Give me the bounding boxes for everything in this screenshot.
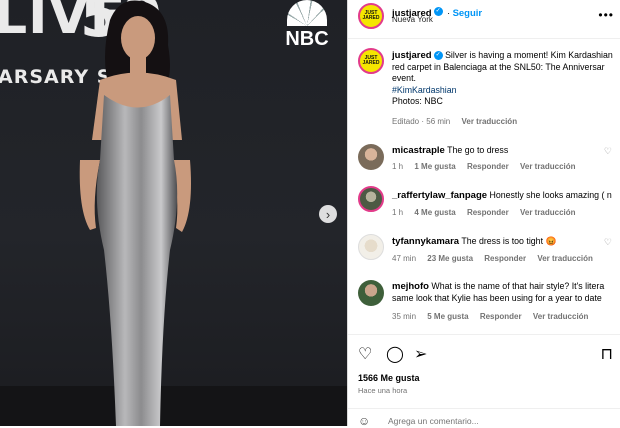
caption-photos: Photos: NBC: [392, 96, 443, 106]
caption-username[interactable]: justjared: [392, 50, 432, 61]
like-comment-heart-icon[interactable]: ♡: [604, 237, 612, 248]
post-side-panel: JUST JARED justjared ✓ · Seguir Nueva Yor…: [347, 0, 620, 428]
comment-username[interactable]: micastraple: [392, 145, 445, 156]
hashtag-link[interactable]: #KimKardashian: [392, 85, 620, 97]
post-actions: ♡ ◯ ➢ ⊓: [358, 344, 613, 364]
verified-icon: ✓: [433, 51, 443, 61]
comment-icon[interactable]: ◯: [386, 344, 404, 364]
comment-avatar[interactable]: [358, 280, 384, 306]
divider: [348, 334, 620, 335]
caption-avatar-text: JUST JARED: [362, 55, 380, 66]
comment: tyfannykamara The dress is too tight 😡: [392, 236, 620, 248]
comment-input[interactable]: [386, 415, 590, 427]
comment-meta: 1 h 4 Me gusta Responder Ver traducción: [392, 208, 585, 217]
verified-icon: ✓: [433, 7, 443, 17]
like-heart-icon[interactable]: ♡: [358, 344, 372, 364]
comment-text-line2: same look that Kylie has been using for …: [392, 292, 602, 303]
add-comment-bar: ☺: [348, 408, 620, 428]
reply-button[interactable]: Responder: [467, 162, 509, 171]
comment-meta: 35 min 5 Me gusta Responder Ver traducci…: [392, 312, 597, 321]
comment-likes[interactable]: 4 Me gusta: [414, 208, 455, 217]
more-icon[interactable]: •••: [598, 8, 614, 22]
location[interactable]: Nueva York: [392, 15, 433, 24]
caption-line1: Silver is having a moment! Kim Kardashia…: [445, 50, 613, 60]
chevron-right-icon: ›: [325, 206, 331, 222]
caption-avatar[interactable]: JUST JARED: [358, 48, 384, 74]
like-comment-heart-icon[interactable]: ♡: [604, 146, 612, 157]
avatar-text: JUST JARED: [362, 10, 380, 21]
comment: micastraple The go to dress: [392, 145, 620, 157]
comment-likes[interactable]: 23 Me gusta: [427, 254, 473, 263]
comment-text: Honestly she looks amazing ( n: [489, 190, 612, 200]
comment-username[interactable]: _raffertylaw_fanpage: [392, 190, 487, 201]
see-translation-button[interactable]: Ver traducción: [533, 312, 589, 321]
see-translation-button[interactable]: Ver traducción: [520, 208, 576, 217]
follow-button[interactable]: Seguir: [453, 8, 483, 19]
likes-count[interactable]: 1566 Me gusta: [358, 373, 420, 383]
comment-meta: 1 h 1 Me gusta Responder Ver traducción: [392, 162, 585, 171]
share-icon[interactable]: ➢: [414, 344, 427, 364]
reply-button[interactable]: Responder: [467, 208, 509, 217]
comment-username[interactable]: mejhofo: [392, 281, 429, 292]
see-translation-button[interactable]: Ver traducción: [520, 162, 576, 171]
caption-meta: Editado · 56 min Ver traducción: [392, 117, 526, 126]
reply-button[interactable]: Responder: [484, 254, 526, 263]
next-photo-button[interactable]: ›: [319, 205, 337, 223]
comment: _raffertylaw_fanpage Honestly she looks …: [392, 190, 620, 202]
caption-line3: event.: [392, 73, 416, 83]
post-caption: justjared ✓ Silver is having a moment! Ki…: [392, 50, 620, 108]
see-translation-button[interactable]: Ver traducción: [462, 117, 518, 126]
comment-time: 47 min: [392, 254, 417, 263]
comment-username[interactable]: tyfannykamara: [392, 236, 459, 247]
post-header: JUST JARED justjared ✓ · Seguir Nueva Yor…: [348, 0, 620, 39]
comment-meta: 47 min 23 Me gusta Responder Ver traducc…: [392, 254, 602, 263]
comment-text: The go to dress: [447, 145, 509, 155]
caption-edited: Editado · 56 min: [392, 117, 451, 126]
comment-avatar[interactable]: [358, 234, 384, 260]
comment: mejhofo What is the name of that hair st…: [392, 281, 620, 304]
peacock-icon: [287, 0, 327, 26]
see-translation-button[interactable]: Ver traducción: [537, 254, 593, 263]
save-bookmark-icon[interactable]: ⊓: [601, 344, 613, 364]
comment-time: 1 h: [392, 162, 404, 171]
caption-line2: red carpet in Balenciaga at the SNL50: T…: [392, 61, 605, 72]
post-photo[interactable]: LIVE 50 ARSARY SPE NBC ›: [0, 0, 347, 426]
post-time: Hace una hora: [358, 386, 408, 395]
avatar[interactable]: JUST JARED: [358, 3, 384, 29]
nbc-logo-text: NBC: [285, 28, 329, 50]
comment-time: 1 h: [392, 208, 404, 217]
woman-figure: [79, 0, 191, 426]
comment-text: What is the name of that hair style? It'…: [431, 281, 605, 291]
reply-button[interactable]: Responder: [480, 312, 522, 321]
nbc-logo: NBC: [277, 0, 337, 51]
comment-text: The dress is too tight 😡: [461, 236, 557, 246]
comment-avatar[interactable]: [358, 186, 384, 212]
comment-time: 35 min: [392, 312, 417, 321]
comment-likes[interactable]: 1 Me gusta: [414, 162, 455, 171]
comment-likes[interactable]: 5 Me gusta: [427, 312, 468, 321]
comment-avatar[interactable]: [358, 144, 384, 170]
